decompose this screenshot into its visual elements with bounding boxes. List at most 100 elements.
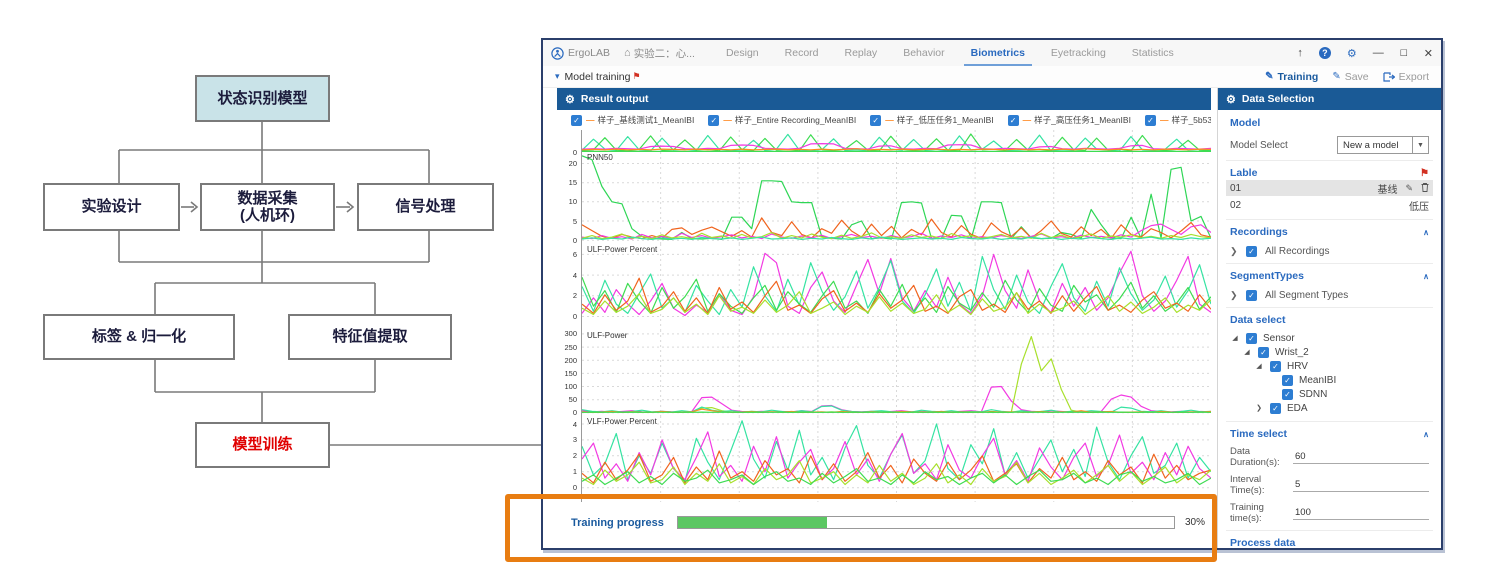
checkbox-checked[interactable]: ✓ xyxy=(1246,246,1257,257)
time-field-label: Interval Time(s): xyxy=(1230,474,1293,496)
time-field-input[interactable] xyxy=(1293,478,1429,492)
maximize-button[interactable]: ☐ xyxy=(1400,48,1408,59)
tab-eyetracking[interactable]: Eyetracking xyxy=(1038,40,1119,66)
title-bar: ErgoLAB ⌂ 实验二：心... DesignRecordReplayBeh… xyxy=(543,40,1441,66)
checkbox-checked[interactable]: ✓ xyxy=(1008,115,1019,126)
legend-item[interactable]: ✓—样子_5b53f75128c0c_MeanIBI xyxy=(1145,114,1211,126)
tree-item-sensor[interactable]: ◢ ✓ Sensor xyxy=(1230,331,1429,345)
label-row-01[interactable]: 01基线✎ xyxy=(1226,180,1433,196)
project-switcher[interactable]: ⌂ 实验二：心... xyxy=(624,46,695,61)
collapse-caret-icon[interactable]: ∧ xyxy=(1423,430,1429,439)
data-select-section-heading: Data select xyxy=(1230,314,1429,326)
save-button-label: Save xyxy=(1345,71,1369,83)
recordings-section-heading: Recordings∧ xyxy=(1230,226,1429,238)
minimize-button[interactable]: — xyxy=(1373,47,1384,59)
legend-item[interactable]: ✓—样子_低压任务1_MeanIBI xyxy=(870,114,993,126)
checkbox-checked[interactable]: ✓ xyxy=(1282,389,1293,400)
tab-replay[interactable]: Replay xyxy=(832,40,891,66)
chevron-down-icon[interactable]: ▾ xyxy=(555,71,560,82)
tree-item-label: Wrist_2 xyxy=(1275,347,1309,358)
checkbox-checked[interactable]: ✓ xyxy=(1246,290,1257,301)
y-tick-label: 250 xyxy=(564,343,577,352)
checkbox-checked[interactable]: ✓ xyxy=(571,115,582,126)
tree-item-meanibi[interactable]: ✓MeanIBI xyxy=(1230,373,1429,387)
tree-expander-icon[interactable]: ◢ xyxy=(1242,348,1252,356)
process-data-section-heading: Process data xyxy=(1230,537,1429,548)
time-field-label: Training time(s): xyxy=(1230,502,1293,524)
tab-record[interactable]: Record xyxy=(772,40,832,66)
export-button[interactable]: Export xyxy=(1383,71,1429,83)
time-field-row: Interval Time(s): xyxy=(1230,474,1429,496)
tree-item-hrv[interactable]: ◢✓HRV xyxy=(1230,359,1429,373)
tree-expander-icon[interactable]: ❯ xyxy=(1254,404,1264,412)
time-field-input[interactable] xyxy=(1293,450,1429,464)
checkbox-checked[interactable]: ✓ xyxy=(1145,115,1156,126)
pencil-icon: ✎ xyxy=(1265,71,1273,82)
tree-expander-icon[interactable]: ◢ xyxy=(1230,334,1240,342)
checkbox-checked[interactable]: ✓ xyxy=(1270,403,1281,414)
flow-node-label: 特征值提取 xyxy=(332,328,407,345)
chart-vlf-power-percent: 01234 VLF-Power Percent xyxy=(557,416,1211,502)
flow-node-feature-extraction: 特征值提取 xyxy=(288,314,452,360)
edit-pencil-icon[interactable]: ✎ xyxy=(1405,183,1413,194)
label-row-02[interactable]: 02低压 xyxy=(1226,197,1433,213)
tab-behavior[interactable]: Behavior xyxy=(890,40,957,66)
collapse-caret-icon[interactable]: ∧ xyxy=(1423,228,1429,237)
time-field-input[interactable] xyxy=(1293,506,1429,520)
tab-biometrics[interactable]: Biometrics xyxy=(958,40,1038,66)
chart-stack: 005101520PNN500246ULF-Power Percent05010… xyxy=(557,130,1211,502)
export-button-label: Export xyxy=(1399,71,1429,83)
label-id: 02 xyxy=(1230,200,1241,211)
time-select-fields: Data Duration(s):Interval Time(s):Traini… xyxy=(1230,446,1429,524)
help-icon[interactable]: ? xyxy=(1319,47,1331,59)
checkbox-checked[interactable]: ✓ xyxy=(708,115,719,126)
training-progress-fill xyxy=(678,517,827,528)
chart-meanibi-cropped: 0 xyxy=(557,130,1211,152)
legend-label: 样子_基线测试1_MeanIBI xyxy=(598,114,695,126)
checkbox-checked[interactable]: ✓ xyxy=(1246,333,1257,344)
tree-item-wrist_2[interactable]: ◢ ✓ Wrist_2 xyxy=(1230,345,1429,359)
tree-item-sdnn[interactable]: ✓SDNN xyxy=(1230,387,1429,401)
save-button[interactable]: ✎Save xyxy=(1332,71,1368,83)
action-bar: ✎Training ✎Save Export xyxy=(1265,71,1429,83)
breadcrumb-bar: ▾ Model training ⚑ ✎Training ✎Save Expor… xyxy=(543,66,1441,88)
tree-item-eda[interactable]: ❯ ✓ EDA xyxy=(1230,401,1429,415)
pin-up-icon[interactable]: ↑ xyxy=(1297,47,1303,59)
flow-node-label: 信号处理 xyxy=(395,198,455,215)
chart-ulf-power: 050100150200250300ULF-Power xyxy=(557,330,1211,416)
training-button[interactable]: ✎Training xyxy=(1265,71,1318,83)
tree-item-label: EDA xyxy=(1287,403,1308,414)
export-icon xyxy=(1383,72,1395,82)
chart-pnn50: 05101520PNN50 xyxy=(557,152,1211,244)
close-button[interactable]: ✕ xyxy=(1424,47,1433,60)
collapse-caret-icon[interactable]: ∧ xyxy=(1423,272,1429,281)
legend-item[interactable]: ✓—样子_Entire Recording_MeanIBI xyxy=(708,114,856,126)
add-label-icon[interactable]: ⚑ xyxy=(1420,168,1429,179)
tree-expander-icon[interactable]: ◢ xyxy=(1254,362,1264,370)
model-select-dropdown[interactable]: New a model ▼ xyxy=(1337,136,1429,154)
settings-gear-icon[interactable]: ⚙ xyxy=(1347,47,1357,60)
tab-statistics[interactable]: Statistics xyxy=(1119,40,1187,66)
y-tick-label: 10 xyxy=(569,197,577,206)
checkbox-checked[interactable]: ✓ xyxy=(1282,375,1293,386)
expand-arrow-icon[interactable]: ❯ xyxy=(1230,290,1238,301)
checkbox-checked[interactable]: ✓ xyxy=(870,115,881,126)
legend-item[interactable]: ✓—样子_高压任务1_MeanIBI xyxy=(1008,114,1131,126)
chart-title: VLF-Power Percent xyxy=(587,417,657,426)
checkbox-checked[interactable]: ✓ xyxy=(1258,347,1269,358)
tree-item-label: Sensor xyxy=(1263,333,1295,344)
expand-arrow-icon[interactable]: ❯ xyxy=(1230,246,1238,257)
y-axis: 01234 xyxy=(557,416,581,502)
checkbox-checked[interactable]: ✓ xyxy=(1270,361,1281,372)
delete-trash-icon[interactable] xyxy=(1421,183,1429,194)
y-tick-label: 200 xyxy=(564,356,577,365)
breadcrumb[interactable]: Model training xyxy=(565,71,631,83)
flow-node-label: 数据采集 xyxy=(237,190,297,207)
plot-area: VLF-Power Percent xyxy=(581,416,1211,502)
flow-node-label: 标签 & 归一化 xyxy=(92,328,186,345)
all-recordings-row[interactable]: ❯ ✓ All Recordings xyxy=(1230,246,1429,257)
tab-design[interactable]: Design xyxy=(713,40,772,66)
legend-item[interactable]: ✓—样子_基线测试1_MeanIBI xyxy=(571,114,694,126)
window-content: ⚙ Result output ✓—样子_基线测试1_MeanIBI✓—样子_E… xyxy=(543,88,1441,548)
all-segment-types-row[interactable]: ❯ ✓ All Segment Types xyxy=(1230,290,1429,301)
